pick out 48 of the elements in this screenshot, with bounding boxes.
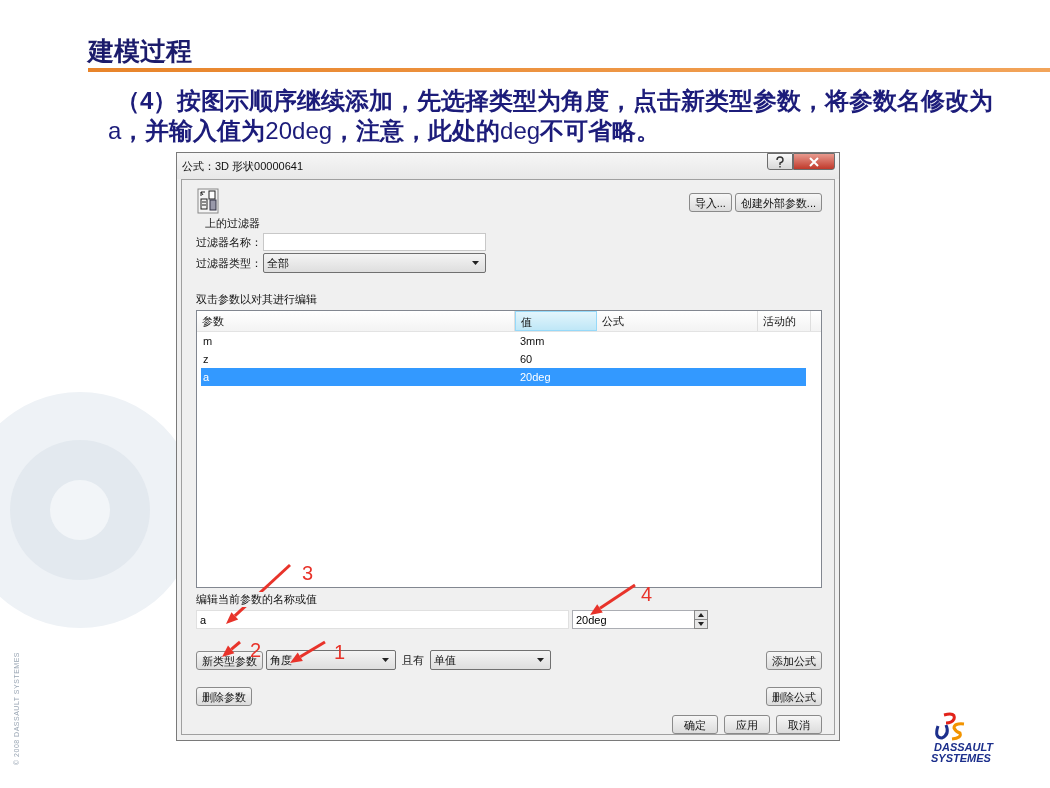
- table-row[interactable]: m 3mm: [201, 332, 806, 350]
- dialog-button[interactable]: 应用: [724, 715, 770, 734]
- formula-list-icon: [197, 188, 219, 214]
- slide-title: 建模过程: [88, 35, 193, 68]
- name-field[interactable]: a: [196, 610, 569, 629]
- filter-heading: 上的过滤器: [205, 216, 261, 231]
- step-number: 3: [302, 563, 314, 583]
- edit-label: 编辑当前参数的名称或值: [196, 592, 317, 607]
- table-row[interactable]: z 60: [201, 350, 806, 368]
- help-icon: [775, 155, 785, 168]
- pointer-arrow: [590, 583, 636, 615]
- table-cell-text: 60: [519, 353, 534, 365]
- field-label: 过滤器类型：: [196, 255, 263, 271]
- with-label: 且有: [402, 652, 424, 668]
- window-title: 公式：3D 形状00000641: [182, 158, 304, 174]
- table-hint: 双击参数以对其进行编辑: [196, 292, 318, 307]
- step-number: 4: [641, 584, 653, 604]
- pointer-arrow: [222, 640, 241, 657]
- table-cell-text: 20deg: [519, 371, 552, 383]
- close-icon: [808, 156, 820, 167]
- filter-type-dropdown[interactable]: 全部: [263, 253, 486, 273]
- column-header[interactable]: 值: [515, 311, 597, 331]
- delete-parameter-button[interactable]: 删除参数: [196, 687, 252, 706]
- help-button[interactable]: [767, 153, 793, 170]
- table-cell-text: a: [202, 371, 211, 383]
- column-header[interactable]: 公式: [596, 311, 759, 331]
- value-field[interactable]: 20deg: [572, 610, 695, 629]
- filter-name-field[interactable]: [263, 233, 486, 251]
- caret-icon: [537, 658, 544, 662]
- logo-text: DASSAULT: [934, 742, 994, 753]
- table-cell-text: z: [202, 353, 210, 365]
- add-formula-button[interactable]: 添加公式: [766, 650, 822, 670]
- value-kind-dropdown[interactable]: 单值: [430, 650, 551, 670]
- dialog-button[interactable]: 确定: [672, 715, 718, 734]
- table-cell-text: m: [202, 335, 214, 347]
- close-button[interactable]: [793, 153, 835, 170]
- dialog-button[interactable]: 取消: [776, 715, 822, 734]
- toolbar-button[interactable]: 导入...: [688, 193, 732, 212]
- logo-text: SYSTEMES: [931, 753, 992, 764]
- column-header[interactable]: 活动的: [758, 311, 811, 331]
- toolbar-button[interactable]: 创建外部参数...: [734, 193, 822, 212]
- instruction-text: （4）按图示顺序继续添加，先选择类型为角度，点击新类型参数，将参数名修改为a，并输入值为20deg，注意，此处的deg不可省略。: [108, 86, 995, 146]
- field-label: 过滤器名称：: [196, 234, 263, 250]
- caret-icon: [382, 658, 389, 662]
- table-cell-text: 3mm: [519, 335, 546, 347]
- caret-icon: [472, 261, 479, 265]
- pointer-arrow: [290, 640, 326, 663]
- delete-formula-button[interactable]: 删除公式: [766, 687, 822, 706]
